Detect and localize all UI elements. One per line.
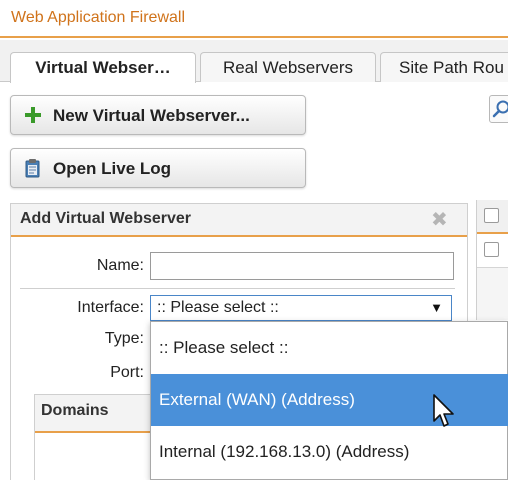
dropdown-option-please-select[interactable]: :: Please select :: — [151, 322, 508, 374]
form-divider — [20, 288, 455, 289]
domains-panel: Domains — [34, 394, 162, 480]
dropdown-option-label: External (WAN) (Address) — [159, 390, 355, 409]
app-title-bar: Web Application Firewall — [0, 0, 508, 38]
open-live-log-label: Open Live Log — [53, 159, 172, 178]
close-icon[interactable]: ✖ — [431, 207, 448, 232]
dialog-header: Add Virtual Webserver ✖ — [11, 204, 467, 237]
name-label: Name: — [96, 257, 144, 274]
dropdown-option-internal[interactable]: Internal (192.168.13.0) (Address) — [151, 426, 508, 478]
interface-label: Interface: — [77, 299, 144, 316]
new-virtual-webserver-label: New Virtual Webserver... — [53, 106, 250, 125]
interface-selected-value: :: Please select :: — [157, 299, 279, 316]
list-item — [477, 234, 508, 268]
dropdown-option-label: :: Please select :: — [159, 338, 289, 357]
mouse-cursor-icon — [433, 394, 454, 427]
virtual-webserver-list — [476, 200, 508, 320]
domains-header: Domains — [35, 395, 161, 433]
dialog-title: Add Virtual Webserver — [20, 210, 192, 227]
tab-strip: Virtual Webser… Real Webservers Site Pat… — [0, 40, 508, 83]
search-button[interactable] — [489, 95, 508, 123]
new-virtual-webserver-button[interactable]: New Virtual Webserver... — [10, 95, 306, 135]
open-live-log-button[interactable]: Open Live Log — [10, 148, 306, 188]
search-icon — [492, 100, 508, 118]
name-field[interactable] — [150, 252, 454, 280]
chevron-down-icon: ▼ — [430, 300, 443, 315]
list-header — [477, 200, 508, 234]
port-label: Port: — [110, 364, 144, 381]
interface-select[interactable]: :: Please select :: ▼ — [150, 295, 452, 321]
row-checkbox[interactable] — [484, 242, 499, 257]
tab-site-path-routing[interactable]: Site Path Rou — [380, 52, 508, 82]
plus-icon — [25, 107, 41, 123]
clipboard-icon — [25, 159, 40, 178]
domains-title: Domains — [41, 402, 109, 419]
tab-real-webservers[interactable]: Real Webservers — [200, 52, 376, 82]
select-all-checkbox[interactable] — [484, 208, 499, 223]
app-title: Web Application Firewall — [11, 9, 186, 26]
dropdown-option-label: Internal (192.168.13.0) (Address) — [159, 442, 410, 461]
tab-virtual-webservers[interactable]: Virtual Webser… — [10, 52, 196, 83]
type-label: Type: — [104, 330, 144, 347]
